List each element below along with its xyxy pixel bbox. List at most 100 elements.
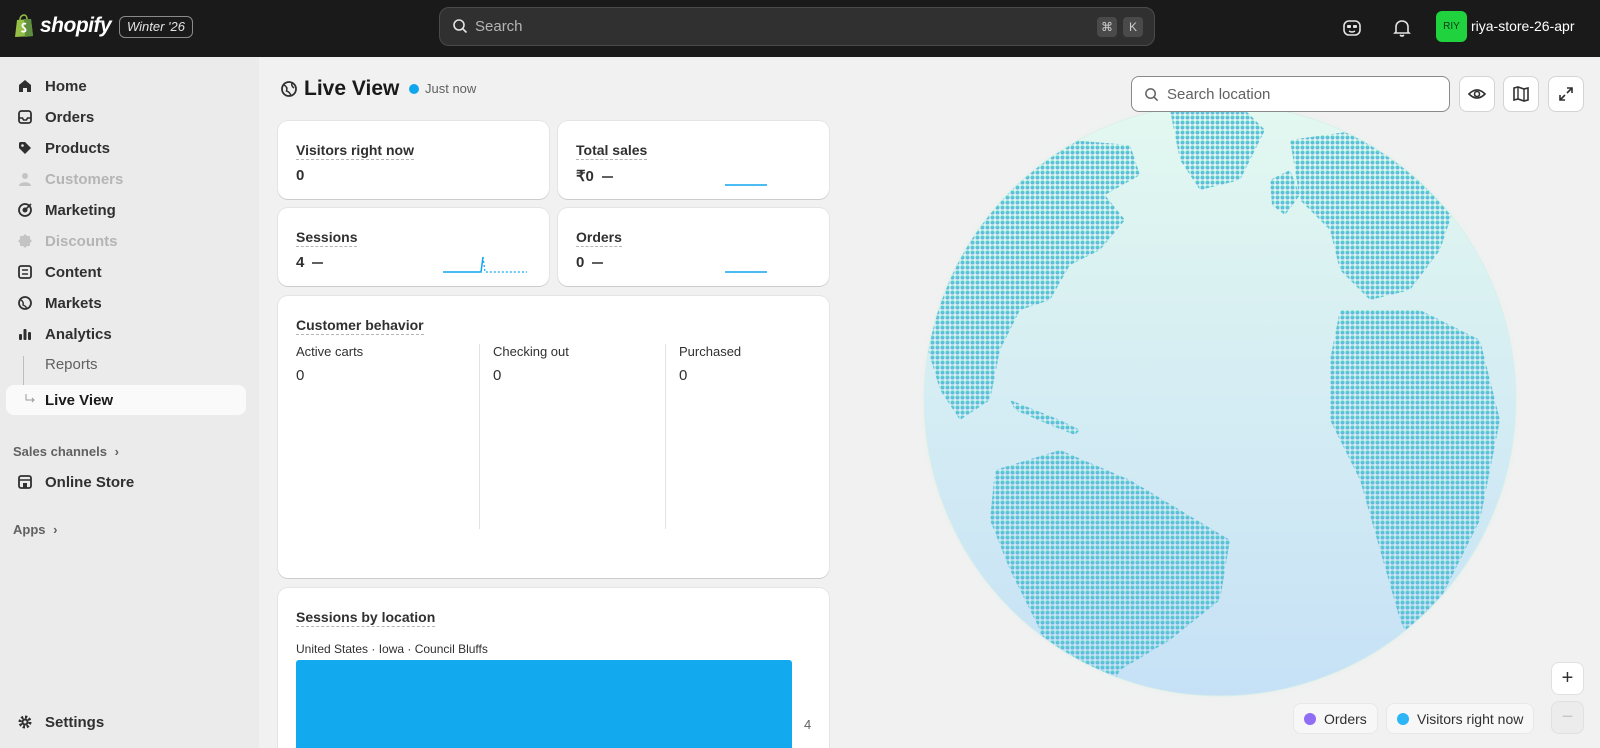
checking-out-column: Checking out 0: [493, 344, 569, 384]
brand-wordmark: shopify: [40, 14, 112, 37]
visitors-card[interactable]: Visitors right now 0: [278, 121, 549, 199]
sessions-title[interactable]: Sessions: [296, 229, 358, 247]
total-sales-card[interactable]: Total sales ₹0: [558, 121, 829, 199]
sidebar-item-products[interactable]: Products: [6, 133, 246, 163]
content-icon: [17, 264, 33, 280]
orders-legend-dot: [1304, 712, 1316, 725]
search-location-input[interactable]: Search location: [1131, 76, 1450, 112]
customer-behavior-title[interactable]: Customer behavior: [296, 317, 424, 335]
total-sales-sparkline: [725, 184, 767, 186]
sidebar-item-home[interactable]: Home: [6, 71, 246, 101]
sidebar-item-content[interactable]: Content: [6, 257, 246, 287]
sidebar: Home Orders Products Customers Marketing…: [0, 57, 259, 748]
no-change-dash: [592, 262, 604, 265]
sidebar-item-online-store[interactable]: Online Store: [6, 467, 246, 497]
sidekick-icon[interactable]: [1340, 16, 1364, 40]
live-status-text: Just now: [425, 81, 477, 96]
orders-title[interactable]: Orders: [576, 229, 622, 247]
person-icon: [17, 171, 33, 187]
chevron-right-icon: ›: [53, 522, 58, 537]
sidebar-item-label: Customers: [45, 171, 124, 188]
checking-out-label: Checking out: [493, 344, 569, 359]
inbox-icon: [17, 109, 33, 125]
shopify-bag-icon: [15, 14, 33, 37]
orders-sparkline: [725, 271, 767, 273]
sidebar-item-label: Orders: [45, 109, 95, 126]
legend-orders-label: Orders: [1324, 710, 1367, 727]
globe-icon: [17, 295, 33, 311]
discount-icon: [17, 233, 33, 249]
home-icon: [17, 78, 33, 94]
sidebar-item-settings[interactable]: Settings: [6, 707, 246, 737]
orders-card[interactable]: Orders 0: [558, 208, 829, 286]
fullscreen-button[interactable]: [1548, 76, 1584, 112]
avatar[interactable]: RIY: [1436, 11, 1467, 42]
search-location-placeholder: Search location: [1167, 86, 1271, 103]
sidebar-item-label: Online Store: [45, 474, 135, 491]
zoom-out-button[interactable]: −: [1551, 701, 1584, 734]
location-bar[interactable]: [296, 660, 792, 748]
search-icon: [1145, 88, 1159, 102]
map-view-button[interactable]: [1503, 76, 1539, 112]
sidebar-item-discounts[interactable]: Discounts: [6, 226, 246, 256]
sidebar-item-marketing[interactable]: Marketing: [6, 195, 246, 225]
legend-visitors[interactable]: Visitors right now: [1386, 703, 1535, 734]
bell-icon[interactable]: [1390, 16, 1414, 40]
sidebar-item-orders[interactable]: Orders: [6, 102, 246, 132]
sidebar-item-markets[interactable]: Markets: [6, 288, 246, 318]
sales-channels-heading[interactable]: Sales channels ›: [13, 444, 119, 459]
sidebar-item-customers[interactable]: Customers: [6, 164, 246, 194]
zoom-in-button[interactable]: +: [1551, 662, 1584, 695]
sessions-metric: 4: [296, 254, 324, 271]
sidebar-item-label: Markets: [45, 295, 102, 312]
top-bar: shopify Winter '26 Search ⌘ K RIY riya-s…: [0, 0, 1600, 57]
sessions-by-location-card: Sessions by location United States · Iow…: [278, 588, 829, 748]
sidebar-item-label: Settings: [45, 714, 105, 731]
orders-value: 0: [576, 254, 585, 271]
sidebar-item-label: Reports: [45, 356, 98, 373]
visitors-title[interactable]: Visitors right now: [296, 142, 414, 160]
sidebar-item-reports[interactable]: Reports: [6, 349, 246, 379]
map-icon: [1513, 86, 1529, 102]
apps-label: Apps: [13, 522, 46, 537]
customer-behavior-card: Customer behavior Active carts 0 Checkin…: [278, 296, 829, 578]
visibility-button[interactable]: [1459, 76, 1495, 112]
sidebar-item-label: Content: [45, 264, 102, 281]
sessions-by-location-title[interactable]: Sessions by location: [296, 609, 436, 627]
shortcut-key-k: K: [1123, 17, 1143, 37]
sidebar-item-label: Home: [45, 78, 87, 95]
live-globe[interactable]: [900, 100, 1540, 740]
tag-icon: [17, 140, 33, 156]
active-carts-column: Active carts 0: [296, 344, 363, 384]
column-divider: [479, 344, 480, 529]
sidebar-item-analytics[interactable]: Analytics: [6, 319, 246, 349]
page-header: Live View: [280, 77, 399, 101]
active-carts-label: Active carts: [296, 344, 364, 359]
shopify-logo[interactable]: shopify: [14, 14, 112, 38]
store-name[interactable]: riya-store-26-apr: [1471, 18, 1574, 34]
checking-out-value: 0: [493, 367, 502, 384]
location-label: United States · Iowa · Council Bluffs: [296, 642, 488, 656]
visitors-legend-dot: [1397, 712, 1409, 725]
edition-badge[interactable]: Winter '26: [119, 16, 193, 38]
search-placeholder: Search: [475, 18, 523, 35]
branch-arrow-icon: [23, 392, 39, 408]
store-icon: [17, 474, 33, 490]
eye-icon: [1468, 89, 1486, 99]
sessions-card[interactable]: Sessions 4: [278, 208, 549, 286]
legend-orders[interactable]: Orders: [1293, 703, 1378, 734]
total-sales-title[interactable]: Total sales: [576, 142, 648, 160]
chevron-right-icon: ›: [114, 444, 119, 459]
total-sales-metric: ₹0: [576, 167, 613, 185]
column-divider: [665, 344, 666, 529]
sales-channels-label: Sales channels: [13, 444, 107, 459]
live-globe-icon: [281, 81, 297, 97]
total-sales-value: ₹0: [576, 168, 594, 185]
sidebar-item-label: Analytics: [45, 326, 112, 343]
sidebar-item-label: Live View: [45, 392, 114, 409]
global-search[interactable]: Search ⌘ K: [439, 7, 1155, 46]
visitors-value: 0: [296, 167, 305, 184]
sidebar-item-live-view[interactable]: Live View: [6, 385, 246, 415]
target-icon: [17, 202, 33, 218]
apps-heading[interactable]: Apps ›: [13, 522, 57, 537]
